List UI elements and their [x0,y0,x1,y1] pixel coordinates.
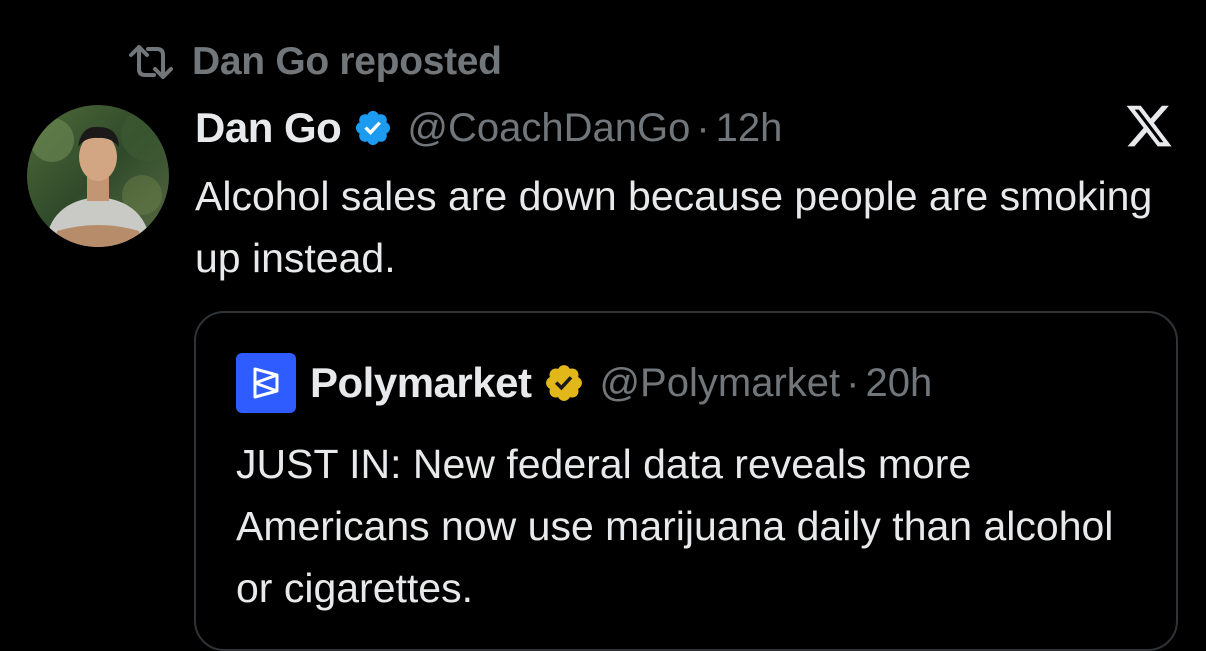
quoted-tweet-timestamp[interactable]: 20h [865,361,932,406]
quoted-tweet-header: Polymarket @Polymarket · 20h [236,353,932,413]
tweet-text: Alcohol sales are down because people ar… [195,173,1153,281]
quoted-tweet-card[interactable]: Polymarket @Polymarket · 20h JUST IN: Ne… [194,311,1178,651]
x-logo-icon [1124,101,1174,151]
gold-verified-badge-icon[interactable] [543,362,585,404]
author-name[interactable]: Dan Go [195,104,342,152]
tweet-header: Dan Go @CoachDanGo · 12h [195,103,782,153]
repost-icon [128,43,174,81]
tweet-timestamp[interactable]: 12h [716,106,783,151]
repost-label: Dan Go reposted [192,40,502,83]
repost-indicator[interactable]: Dan Go reposted [128,38,502,86]
quoted-author-handle[interactable]: @Polymarket [599,361,840,406]
avatar[interactable] [27,105,169,247]
polymarket-logo-icon[interactable] [236,353,296,413]
author-handle[interactable]: @CoachDanGo [407,106,690,151]
quoted-author-name[interactable]: Polymarket [310,359,532,407]
separator-dot: · [696,105,710,150]
quoted-tweet-text: JUST IN: New federal data reveals more A… [236,441,1114,611]
separator-dot: · [846,360,860,405]
blue-verified-badge-icon[interactable] [353,108,393,148]
